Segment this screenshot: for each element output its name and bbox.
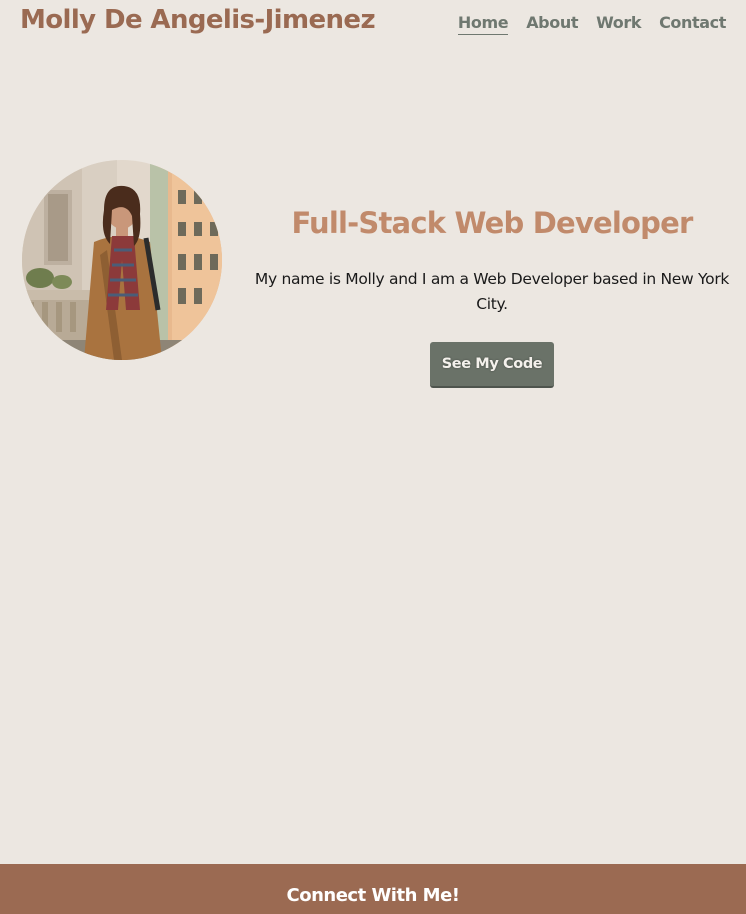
nav-link-contact[interactable]: Contact [659,13,726,35]
site-title[interactable]: Molly De Angelis-Jimenez [20,5,376,35]
nav-link-home[interactable]: Home [457,13,509,35]
profile-photo [22,160,222,360]
nav-link-about[interactable]: About [526,13,578,35]
main-nav: Home About Work Contact [457,13,726,35]
hero-section: Full-Stack Web Developer My name is Moll… [250,200,734,388]
site-header: Molly De Angelis-Jimenez Home About Work… [0,0,746,48]
hero-heading: Full-Stack Web Developer [291,206,693,240]
footer-title: Connect With Me! [286,885,461,906]
site-footer: Connect With Me! [0,864,746,914]
page: Molly De Angelis-Jimenez Home About Work… [0,0,746,914]
profile-photo-image [22,160,222,360]
hero-description: My name is Molly and I am a Web Develope… [254,270,730,313]
see-my-code-button[interactable]: See My Code [430,342,554,388]
nav-link-work[interactable]: Work [596,13,641,35]
